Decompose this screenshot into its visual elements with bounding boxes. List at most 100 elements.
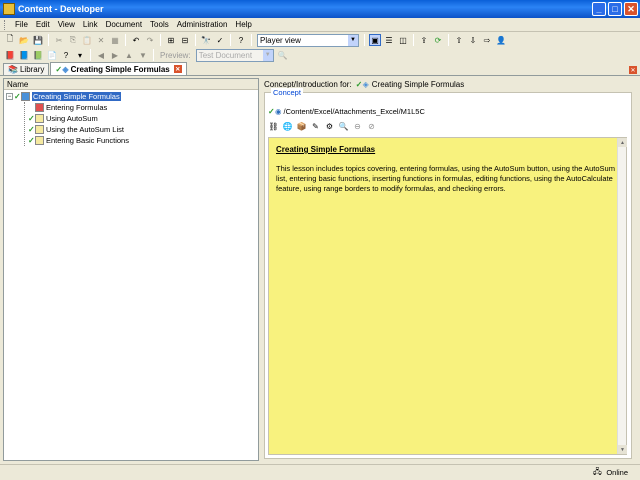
menu-link[interactable]: Link: [79, 20, 102, 29]
import-icon[interactable]: ⇩: [467, 34, 479, 46]
book-icon[interactable]: 📕: [4, 49, 16, 61]
open-icon[interactable]: 📂: [18, 34, 30, 46]
menu-help[interactable]: Help: [231, 20, 255, 29]
toolbar-separator: [230, 34, 231, 46]
collapse-icon[interactable]: −: [6, 93, 13, 100]
layout-horizontal-icon[interactable]: ☰: [383, 34, 395, 46]
globe-icon[interactable]: 🌐: [282, 121, 293, 132]
properties-icon[interactable]: ⚙: [324, 121, 335, 132]
move-right-icon[interactable]: ▶: [109, 49, 121, 61]
new-icon[interactable]: 🗋: [4, 34, 16, 46]
topic-icon: [35, 103, 44, 112]
window-title: Content - Developer: [18, 4, 104, 14]
package-icon[interactable]: 📦: [296, 121, 307, 132]
properties-icon[interactable]: ▦: [109, 34, 121, 46]
collapse-icon[interactable]: ⊟: [179, 34, 191, 46]
menu-file[interactable]: File: [11, 20, 32, 29]
preview-icon[interactable]: 🔍: [338, 121, 349, 132]
topic-icon[interactable]: 📗: [32, 49, 44, 61]
layout-vertical-icon[interactable]: ◫: [397, 34, 409, 46]
stop-icon[interactable]: ⊘: [366, 121, 377, 132]
refresh-icon[interactable]: ⟳: [432, 34, 444, 46]
tree-node-entering-basic-functions[interactable]: ✓ Entering Basic Functions: [4, 135, 258, 146]
name-column-header[interactable]: Name: [4, 79, 258, 90]
paste-icon[interactable]: 📋: [81, 34, 93, 46]
tab-library[interactable]: 📚 Library: [3, 63, 50, 75]
close-tab-icon[interactable]: ✕: [173, 65, 182, 73]
concept-content-area[interactable]: Creating Simple Formulas This lesson inc…: [268, 137, 627, 455]
web-page-icon: ◉: [275, 107, 282, 116]
tree-node-label: Creating Simple Formulas: [32, 92, 121, 101]
view-combo-value: Player view: [260, 35, 301, 45]
move-up-icon[interactable]: ▲: [123, 49, 135, 61]
tree-node-entering-formulas[interactable]: Entering Formulas: [4, 102, 258, 113]
move-down-icon[interactable]: ▼: [137, 49, 149, 61]
concept-doc-title: Creating Simple Formulas: [276, 145, 376, 154]
remove-icon[interactable]: ⊖: [352, 121, 363, 132]
attachment-path-row: ✓ ◉ /Content/Excel/Attachments_Excel/M1L…: [268, 106, 425, 117]
preview-combo[interactable]: Test Document ▼: [195, 48, 274, 62]
menu-bar: File Edit View Link Document Tools Admin…: [0, 18, 640, 32]
menu-edit[interactable]: Edit: [32, 20, 54, 29]
toolbar-separator: [364, 34, 365, 46]
undo-icon[interactable]: ↶: [130, 34, 142, 46]
toolbar-separator: [160, 34, 161, 46]
toolbar-separator: [413, 34, 414, 46]
status-bar: 🖧 Online: [0, 464, 640, 480]
chapter-icon[interactable]: 📘: [18, 49, 30, 61]
tree-node-using-autosum[interactable]: ✓ Using AutoSum: [4, 113, 258, 124]
scroll-up-icon[interactable]: ▲: [618, 138, 627, 147]
menu-document[interactable]: Document: [102, 20, 146, 29]
view-combo[interactable]: Player view ▼: [257, 33, 359, 47]
redo-icon[interactable]: ↷: [144, 34, 156, 46]
users-icon[interactable]: 👤: [495, 34, 507, 46]
checkmark-icon: ✓: [268, 107, 275, 116]
copy-icon[interactable]: ⎘: [67, 34, 79, 46]
chevron-down-icon[interactable]: ▼: [262, 49, 273, 61]
close-button[interactable]: ✕: [624, 2, 638, 16]
topic-icon: [35, 136, 44, 145]
module-icon: [21, 92, 30, 101]
library-icon: 📚: [8, 65, 18, 74]
edit-icon[interactable]: ✎: [310, 121, 321, 132]
dropdown-icon[interactable]: ▾: [74, 49, 86, 61]
preview-combo-value: Test Document: [198, 50, 253, 60]
cut-icon[interactable]: ✂: [53, 34, 65, 46]
menu-grip: [4, 19, 7, 30]
maximize-button[interactable]: □: [608, 2, 622, 16]
delete-icon[interactable]: ✕: [95, 34, 107, 46]
link-icon[interactable]: ⛓: [268, 121, 279, 132]
tree-node-root[interactable]: − ✓ Creating Simple Formulas: [4, 91, 258, 102]
toolbar-separator: [48, 34, 49, 46]
preview-icon[interactable]: 🔍: [277, 49, 289, 61]
vertical-scrollbar[interactable]: ▲ ▼: [617, 138, 627, 454]
minimize-button[interactable]: _: [592, 2, 606, 16]
spelling-icon[interactable]: ✓: [214, 34, 226, 46]
menu-tools[interactable]: Tools: [146, 20, 173, 29]
export-icon[interactable]: ⇨: [481, 34, 493, 46]
chevron-down-icon[interactable]: ▼: [348, 34, 358, 46]
tree-node-using-autosum-list[interactable]: ✓ Using the AutoSum List: [4, 124, 258, 135]
outline-icon: ◈: [362, 79, 369, 89]
toolbar-separator: [251, 34, 252, 46]
tab-document-label: Creating Simple Formulas: [70, 64, 170, 74]
menu-view[interactable]: View: [54, 20, 79, 29]
tab-creating-simple-formulas[interactable]: ✓ ◈ Creating Simple Formulas ✕: [50, 62, 187, 75]
menu-administration[interactable]: Administration: [173, 20, 232, 29]
scroll-down-icon[interactable]: ▼: [618, 445, 627, 454]
check-in-icon[interactable]: ⇪: [418, 34, 430, 46]
app-icon: [3, 3, 15, 15]
save-icon[interactable]: 💾: [32, 34, 44, 46]
expand-icon[interactable]: ⊞: [165, 34, 177, 46]
tree-node-label: Entering Formulas: [46, 103, 108, 112]
publish-icon[interactable]: ⇧: [453, 34, 465, 46]
close-pane-icon[interactable]: ✕: [629, 66, 637, 74]
attachment-path[interactable]: /Content/Excel/Attachments_Excel/M1L5C: [284, 107, 425, 116]
find-icon[interactable]: 🔭: [200, 34, 212, 46]
web-page-icon[interactable]: 📄: [46, 49, 58, 61]
tab-bar: 📚 Library ✓ ◈ Creating Simple Formulas ✕: [0, 62, 640, 76]
move-left-icon[interactable]: ◀: [95, 49, 107, 61]
layout-single-icon[interactable]: ▣: [369, 34, 381, 46]
help-icon[interactable]: ?: [235, 34, 247, 46]
question-icon[interactable]: ?: [60, 49, 72, 61]
